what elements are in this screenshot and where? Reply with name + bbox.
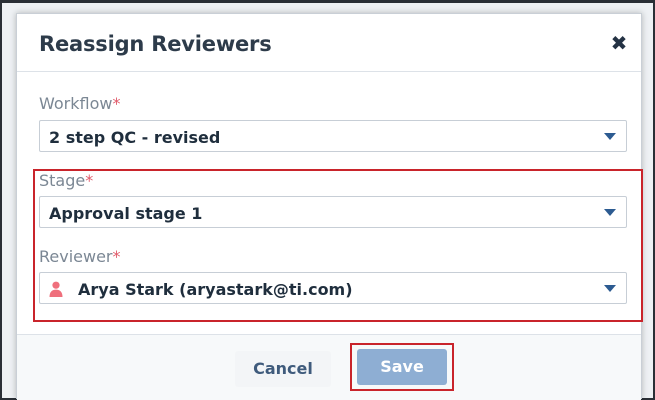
screenshot-frame: Reassign Reviewers ✖ Workflow* 2 step QC… — [0, 0, 655, 400]
workflow-select[interactable]: 2 step QC - revised — [39, 120, 627, 152]
close-icon[interactable]: ✖ — [607, 32, 631, 56]
dialog-header: Reassign Reviewers ✖ — [17, 14, 641, 72]
workflow-label-text: Workflow — [39, 94, 113, 113]
workflow-label: Workflow* — [39, 94, 120, 113]
required-marker: * — [112, 94, 121, 113]
chevron-down-icon — [604, 133, 616, 140]
workflow-select-value: 2 step QC - revised — [49, 128, 221, 147]
dialog-title: Reassign Reviewers — [39, 32, 272, 56]
dialog-footer: Cancel Save — [17, 334, 641, 400]
save-button-highlight — [350, 343, 454, 391]
stage-reviewer-highlight — [33, 169, 643, 322]
reassign-reviewers-dialog: Reassign Reviewers ✖ Workflow* 2 step QC… — [16, 13, 643, 400]
cancel-button[interactable]: Cancel — [235, 351, 331, 387]
